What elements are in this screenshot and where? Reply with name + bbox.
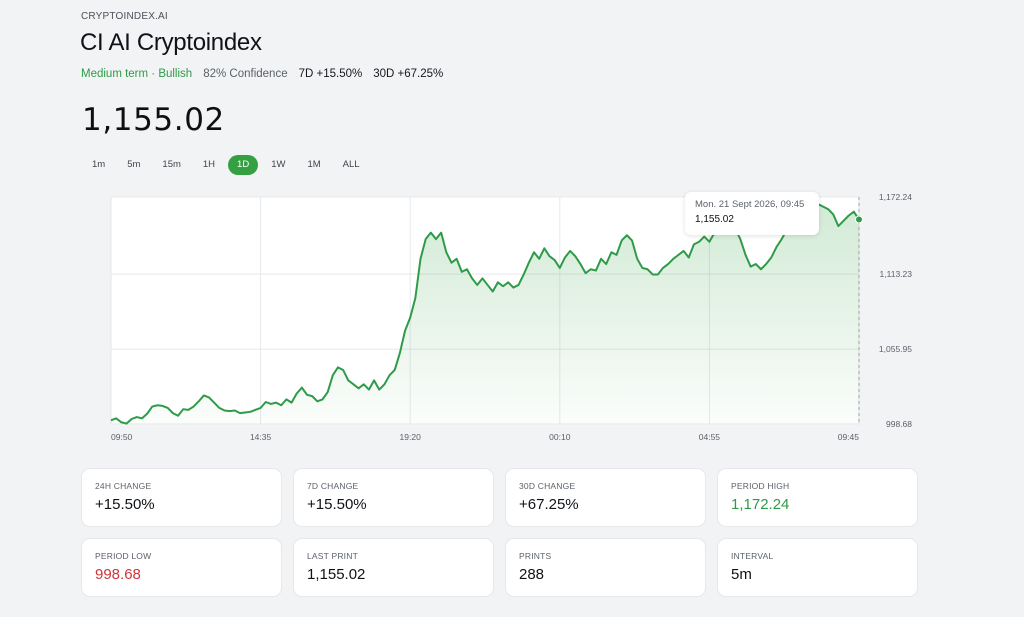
price-area: [111, 203, 859, 424]
x-tick-label: 09:50: [111, 432, 133, 442]
tooltip-date: Mon. 21 Sept 2026, 09:45: [695, 199, 805, 210]
stat-label: LAST PRINT: [307, 551, 358, 561]
range-tab-1d[interactable]: 1D: [228, 155, 259, 175]
stat-card-prints: PRINTS 288: [505, 538, 706, 597]
stat-value: 1,155.02: [307, 566, 366, 583]
range-tab-1h[interactable]: 1H: [194, 155, 224, 175]
stat-label: 30D CHANGE: [519, 481, 576, 491]
range-tab-all[interactable]: ALL: [334, 155, 369, 175]
stat-value: 998.68: [95, 566, 141, 583]
x-tick-label: 04:55: [699, 432, 721, 442]
last-point-marker: [855, 215, 863, 224]
brand-label: CRYPTOINDEX.AI: [81, 11, 168, 22]
range-tab-1M[interactable]: 1M: [298, 155, 329, 175]
range-tab-1w[interactable]: 1W: [262, 155, 294, 175]
page-title: CI AI Cryptoindex: [80, 29, 262, 56]
stat-value: 288: [519, 566, 545, 583]
stat-card-7d-change: 7D CHANGE +15.50%: [293, 468, 494, 527]
stat-label: INTERVAL: [731, 551, 774, 561]
stat-label: 7D CHANGE: [307, 481, 359, 491]
stat-card-last-print: LAST PRINT 1,155.02: [293, 538, 494, 597]
x-tick-label: 19:20: [400, 432, 422, 442]
x-tick-label: 14:35: [250, 432, 272, 442]
x-tick-label: 00:10: [549, 432, 571, 442]
range-tab-1m[interactable]: 1m: [83, 155, 114, 175]
y-tick-label: 1,055.95: [879, 344, 912, 354]
y-tick-label: 998.68: [886, 419, 912, 429]
stat-card-period-high: PERIOD HIGH 1,172.24: [717, 468, 918, 527]
stat-label: 24H CHANGE: [95, 481, 152, 491]
range-tab-15m[interactable]: 15m: [153, 155, 189, 175]
change-30d-label: 30D +67.25%: [373, 68, 444, 80]
stat-card-interval: INTERVAL 5m: [717, 538, 918, 597]
stat-value: 1,172.24: [731, 496, 790, 513]
stat-label: PRINTS: [519, 551, 552, 561]
current-price: 1,155.02: [82, 102, 225, 138]
tooltip-value: 1,155.02: [695, 214, 734, 225]
stat-value: +15.50%: [95, 496, 155, 513]
outlook-label: Medium term · Bullish: [81, 68, 193, 80]
summary-meta: Medium term · Bullish 82% Confidence 7D …: [81, 68, 443, 80]
stats-grid: 24H CHANGE +15.50% 7D CHANGE +15.50% 30D…: [81, 468, 918, 597]
y-tick-label: 1,172.24: [879, 192, 912, 202]
confidence-label: 82% Confidence: [203, 68, 288, 80]
stat-card-24h-change: 24H CHANGE +15.50%: [81, 468, 282, 527]
stat-card-30d-change: 30D CHANGE +67.25%: [505, 468, 706, 527]
stat-value: +15.50%: [307, 496, 367, 513]
x-tick-label: 09:45: [838, 432, 860, 442]
stat-value: 5m: [731, 566, 752, 583]
stat-label: PERIOD LOW: [95, 551, 152, 561]
range-tab-5m[interactable]: 5m: [118, 155, 149, 175]
price-line: [110, 202, 860, 425]
range-selector: 1m 5m 15m 1H 1D 1W 1M ALL: [83, 155, 369, 175]
stat-card-period-low: PERIOD LOW 998.68: [81, 538, 282, 597]
stat-value: +67.25%: [519, 496, 579, 513]
chart-tooltip: Mon. 21 Sept 2026, 09:45 1,155.02: [685, 192, 819, 235]
y-tick-label: 1,113.23: [880, 269, 913, 279]
stat-label: PERIOD HIGH: [731, 481, 790, 491]
change-7d-label: 7D +15.50%: [298, 68, 363, 80]
